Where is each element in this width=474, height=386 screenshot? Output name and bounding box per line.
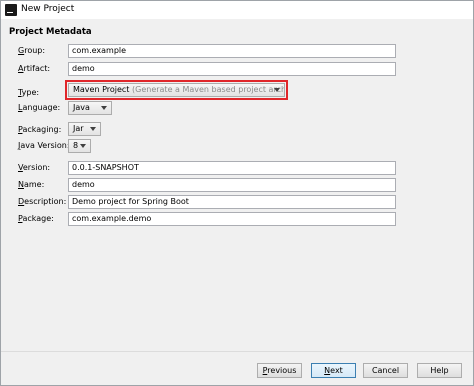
version-field[interactable]: 0.0.1-SNAPSHOT — [68, 161, 396, 175]
language-dropdown[interactable]: Java — [68, 101, 112, 115]
artifact-field[interactable]: demo — [68, 62, 396, 76]
package-label: Package: — [18, 214, 54, 223]
language-label: Language: — [18, 103, 61, 112]
type-highlight-box — [65, 80, 288, 100]
java-version-value: 8 — [73, 141, 79, 150]
button-bar: Previous Next Cancel Help — [1, 351, 473, 385]
name-label: Name: — [18, 180, 45, 189]
packaging-dropdown[interactable]: Jar — [68, 122, 101, 136]
group-field[interactable]: com.example — [68, 44, 396, 58]
chevron-down-icon — [90, 127, 96, 131]
title-bar: New Project — [1, 1, 473, 19]
java-version-dropdown[interactable]: 8 — [68, 139, 91, 153]
java-version-label: Java Version: — [18, 141, 70, 150]
next-button[interactable]: Next — [311, 363, 356, 378]
previous-button[interactable]: Previous — [257, 363, 302, 378]
intellij-icon — [5, 4, 17, 16]
artifact-label: Artifact: — [18, 64, 51, 73]
packaging-label: Packaging: — [18, 125, 62, 134]
cancel-button[interactable]: Cancel — [363, 363, 408, 378]
version-label: Version: — [18, 163, 51, 172]
group-label: Group: — [18, 46, 46, 55]
window-title: New Project — [21, 4, 75, 14]
help-button[interactable]: Help — [417, 363, 462, 378]
description-field[interactable]: Demo project for Spring Boot — [68, 195, 396, 209]
type-label: Type: — [18, 88, 40, 97]
dialog-content: Project Metadata Group: com.example Arti… — [1, 19, 473, 351]
chevron-down-icon — [80, 144, 86, 148]
new-project-dialog: New Project Project Metadata Group: com.… — [0, 0, 474, 386]
section-title: Project Metadata — [9, 27, 92, 37]
chevron-down-icon — [101, 106, 107, 110]
package-field[interactable]: com.example.demo — [68, 212, 396, 226]
packaging-value: Jar — [73, 124, 84, 133]
language-value: Java — [73, 103, 90, 112]
description-label: Description: — [18, 197, 67, 206]
name-field[interactable]: demo — [68, 178, 396, 192]
